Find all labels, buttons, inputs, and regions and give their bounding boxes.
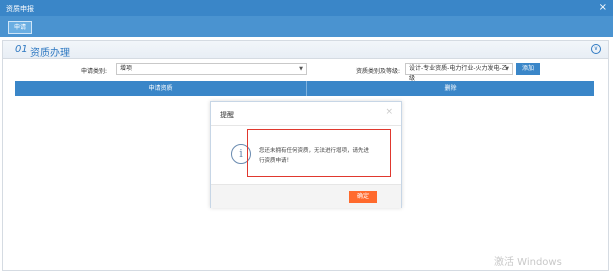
windows-activation-watermark: 激活 Windows (494, 257, 562, 268)
apply-type-select[interactable]: 增项 ▼ (116, 63, 307, 75)
column-header-qualification: 申请资质 (15, 81, 307, 96)
qualification-value: 设计-专业资质-电力行业-火力发电-乙级 (409, 65, 508, 82)
dialog-close-icon[interactable]: × (385, 107, 393, 117)
dropdown-caret-icon: ▼ (505, 66, 509, 72)
close-icon[interactable]: × (599, 2, 607, 14)
qualification-label: 资质类别及等级: (356, 68, 401, 75)
alert-dialog: 提醒 × i 您还未拥有任何资质，无法进行增项，请先进 行资质申请！ 确定 (210, 101, 402, 208)
toolbar: 申请 (0, 16, 613, 37)
section-number: 01 (15, 44, 28, 55)
window-title: 资质申报 (6, 5, 34, 13)
add-button[interactable]: 添加 (516, 63, 540, 75)
section-header: 01 资质办理 ∨ (3, 41, 608, 59)
dialog-message-line1: 您还未拥有任何资质，无法进行增项，请先进 (259, 148, 370, 154)
apply-button[interactable]: 申请 (8, 21, 32, 34)
dialog-title: 提醒 (220, 111, 234, 119)
section-title: 资质办理 (30, 48, 70, 59)
chevron-down-icon[interactable]: ∨ (591, 44, 601, 54)
dialog-message-line2: 行资质申请！ (259, 158, 293, 164)
dialog-footer: 确定 (211, 184, 401, 208)
qualification-select[interactable]: 设计-专业资质-电力行业-火力发电-乙级 ▼ (405, 63, 513, 82)
table-header: 申请资质 删除 (15, 81, 594, 96)
form-row: 申请类别: 增项 ▼ 资质类别及等级: 设计-专业资质-电力行业-火力发电-乙级… (3, 63, 608, 82)
dialog-divider (211, 125, 401, 126)
ok-button[interactable]: 确定 (349, 191, 377, 203)
dropdown-caret-icon: ▼ (299, 66, 303, 72)
column-header-delete: 删除 (444, 85, 457, 92)
apply-type-value: 增项 (120, 65, 133, 72)
window-titlebar: 资质申报 × (0, 0, 613, 16)
dialog-message: 您还未拥有任何资质，无法进行增项，请先进 行资质申请！ (259, 146, 389, 166)
apply-type-label: 申请类别: (81, 68, 108, 75)
